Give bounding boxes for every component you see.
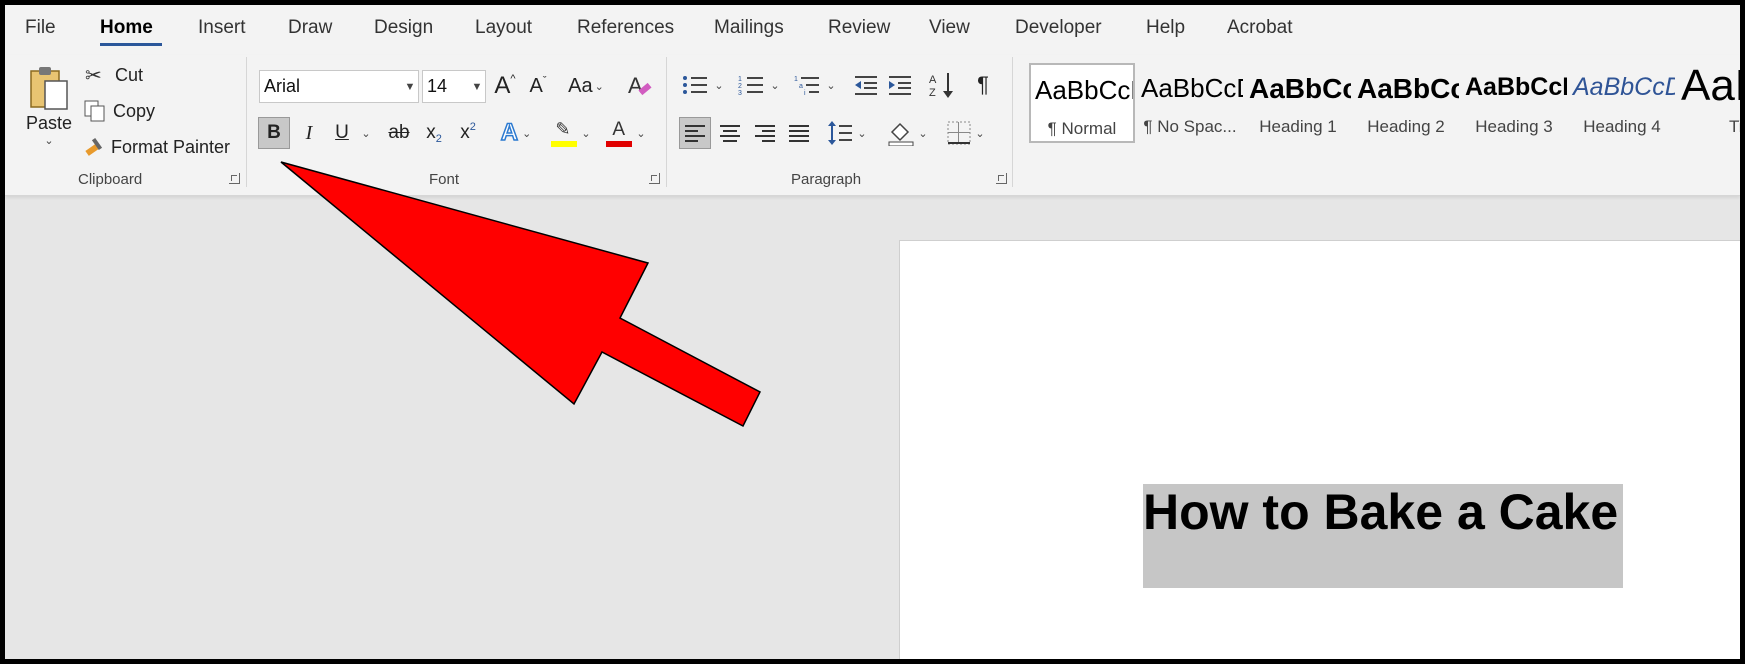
word-window: File Home Insert Draw Design Layout Refe… bbox=[0, 0, 1745, 664]
red-arrow-shape bbox=[280, 161, 761, 428]
annotation-arrow bbox=[280, 161, 761, 428]
